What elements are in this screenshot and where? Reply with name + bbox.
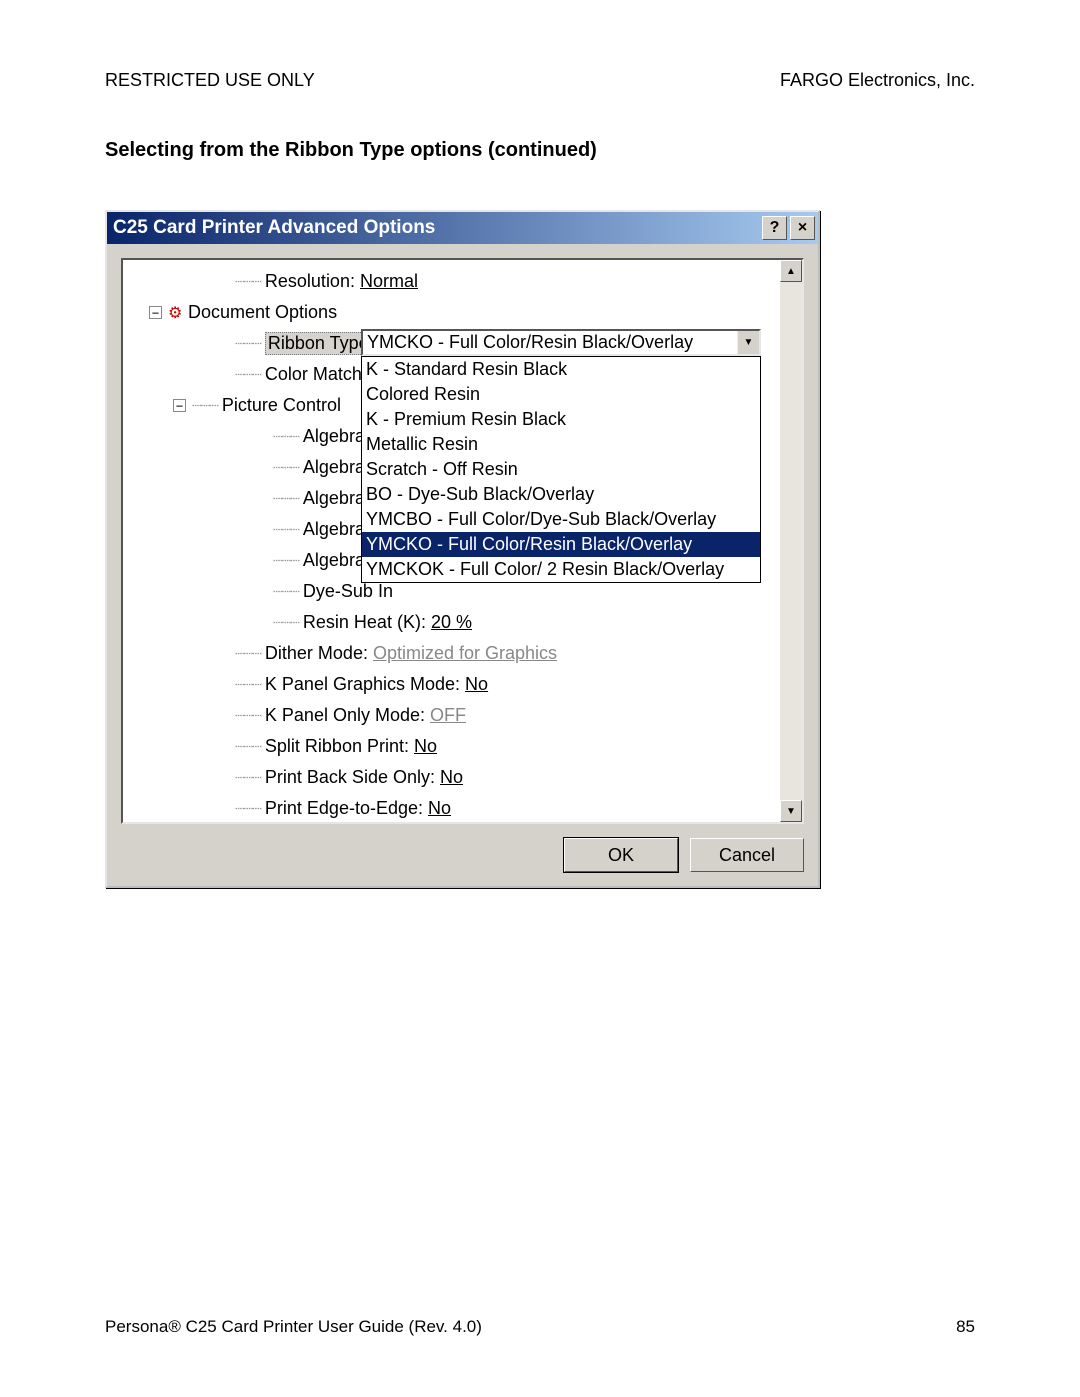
kpanel-only-value: OFF <box>430 705 466 726</box>
dropdown-option[interactable]: YMCBO - Full Color/Dye-Sub Black/Overlay <box>362 507 760 532</box>
advanced-options-dialog: C25 Card Printer Advanced Options ? × ┈┈… <box>105 210 820 888</box>
tree-connector: ┈┈┈ <box>235 706 265 726</box>
scroll-up-icon[interactable]: ▲ <box>780 260 802 282</box>
tree-connector: ┈┈┈ <box>235 799 265 819</box>
dropdown-option[interactable]: Colored Resin <box>362 382 760 407</box>
dropdown-option[interactable]: K - Premium Resin Black <box>362 407 760 432</box>
titlebar: C25 Card Printer Advanced Options ? × <box>107 212 818 244</box>
print-back-label: Print Back Side Only: <box>265 767 435 788</box>
tree-connector: ┈┈┈ <box>235 768 265 788</box>
kpanel-graphics-value: No <box>465 674 488 695</box>
section-title: Selecting from the Ribbon Type options (… <box>105 139 975 162</box>
tree-connector: ┈┈┈ <box>273 458 303 478</box>
print-edge-label: Print Edge-to-Edge: <box>265 798 423 819</box>
tree-connector: ┈┈┈ <box>273 489 303 509</box>
scroll-down-icon[interactable]: ▼ <box>780 800 802 822</box>
tree-connector: ┈┈┈ <box>273 551 303 571</box>
kpanel-graphics-label: K Panel Graphics Mode: <box>265 674 460 695</box>
cancel-button[interactable]: Cancel <box>690 838 804 872</box>
ok-button[interactable]: OK <box>564 838 678 872</box>
dither-value: Optimized for Graphics <box>373 643 557 664</box>
tree-connector: ┈┈┈ <box>235 675 265 695</box>
close-button[interactable]: × <box>790 216 815 240</box>
tree-row-dither[interactable]: ┈┈┈ Dither Mode: Optimized for Graphics <box>125 638 778 669</box>
ribbon-type-combo[interactable]: YMCKO - Full Color/Resin Black/Overlay ▼ <box>361 329 761 356</box>
tree-row-document-options[interactable]: − ⚙ Document Options <box>125 297 778 328</box>
resolution-value: Normal <box>360 271 418 292</box>
split-ribbon-label: Split Ribbon Print: <box>265 736 409 757</box>
tree-row-kpanel-graphics[interactable]: ┈┈┈ K Panel Graphics Mode: No <box>125 669 778 700</box>
tree-row-split-ribbon[interactable]: ┈┈┈ Split Ribbon Print: No <box>125 731 778 762</box>
tree-connector: ┈┈┈ <box>235 737 265 757</box>
tree-connector: ┈┈┈ <box>235 272 265 292</box>
dropdown-option[interactable]: YMCKO - Full Color/Resin Black/Overlay <box>362 532 760 557</box>
tree-row-kpanel-only[interactable]: ┈┈┈ K Panel Only Mode: OFF <box>125 700 778 731</box>
tree-connector: ┈┈┈ <box>273 582 303 602</box>
dye-sub-label: Dye-Sub In <box>303 581 393 602</box>
header-right: FARGO Electronics, Inc. <box>780 70 975 91</box>
tree-row-print-back[interactable]: ┈┈┈ Print Back Side Only: No <box>125 762 778 793</box>
chevron-down-icon[interactable]: ▼ <box>737 331 759 354</box>
help-button[interactable]: ? <box>762 216 787 240</box>
picture-control-label: Picture Control <box>222 395 341 416</box>
tree-connector: ┈┈┈ <box>273 613 303 633</box>
dropdown-option[interactable]: K - Standard Resin Black <box>362 357 760 382</box>
tree-row-resin-heat[interactable]: ┈┈┈ Resin Heat (K): 20 % <box>125 607 778 638</box>
document-options-icon: ⚙ <box>168 303 188 323</box>
kpanel-only-label: K Panel Only Mode: <box>265 705 425 726</box>
resin-heat-value: 20 % <box>431 612 472 633</box>
dropdown-option[interactable]: YMCKOK - Full Color/ 2 Resin Black/Overl… <box>362 557 760 582</box>
tree-connector: ┈┈┈ <box>192 396 222 416</box>
collapse-icon[interactable]: − <box>173 399 186 412</box>
ribbon-type-dropdown[interactable]: K - Standard Resin BlackColored ResinK -… <box>361 356 761 583</box>
resin-heat-label: Resin Heat (K): <box>303 612 426 633</box>
dropdown-option[interactable]: BO - Dye-Sub Black/Overlay <box>362 482 760 507</box>
print-edge-value: No <box>428 798 451 819</box>
print-back-value: No <box>440 767 463 788</box>
tree-row-resolution[interactable]: ┈┈┈ Resolution: Normal <box>125 266 778 297</box>
tree-connector: ┈┈┈ <box>235 365 265 385</box>
resolution-label: Resolution: <box>265 271 355 292</box>
split-ribbon-value: No <box>414 736 437 757</box>
footer-left: Persona® C25 Card Printer User Guide (Re… <box>105 1317 482 1337</box>
document-options-label: Document Options <box>188 302 337 323</box>
tree-connector: ┈┈┈ <box>273 427 303 447</box>
dither-label: Dither Mode: <box>265 643 368 664</box>
tree-connector: ┈┈┈ <box>235 334 265 354</box>
tree-connector: ┈┈┈ <box>273 520 303 540</box>
tree-row-print-edge[interactable]: ┈┈┈ Print Edge-to-Edge: No <box>125 793 778 824</box>
ribbon-type-selected: YMCKO - Full Color/Resin Black/Overlay <box>363 332 737 353</box>
dropdown-option[interactable]: Metallic Resin <box>362 432 760 457</box>
tree-connector: ┈┈┈ <box>235 644 265 664</box>
collapse-icon[interactable]: − <box>149 306 162 319</box>
dropdown-option[interactable]: Scratch - Off Resin <box>362 457 760 482</box>
scroll-track[interactable] <box>780 282 802 800</box>
options-tree: ┈┈┈ Resolution: Normal − ⚙ Document Opti… <box>121 258 804 824</box>
ribbon-type-label: Ribbon Type: <box>265 332 377 355</box>
header-left: RESTRICTED USE ONLY <box>105 70 315 91</box>
dialog-title: C25 Card Printer Advanced Options <box>113 217 762 239</box>
vertical-scrollbar[interactable]: ▲ ▼ <box>780 260 802 822</box>
page-number: 85 <box>956 1317 975 1337</box>
